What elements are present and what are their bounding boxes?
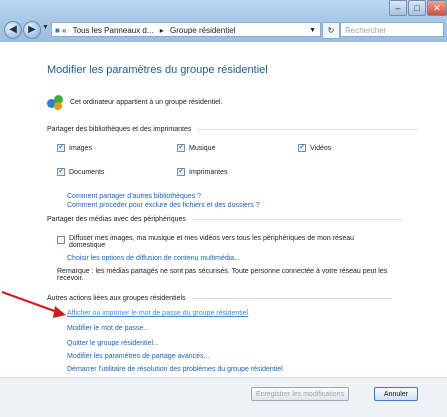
- minimize-button[interactable]: –: [389, 0, 407, 16]
- address-bar[interactable]: ■ « Tous les Panneaux d... ▸ Groupe rési…: [51, 22, 321, 37]
- chevron-down-icon[interactable]: ▼: [309, 23, 316, 36]
- title-bar: – □ ✕ ◀ ▶ ▼ ■ « Tous les Panneaux d... ▸…: [0, 0, 447, 42]
- refresh-button[interactable]: ↻: [322, 22, 340, 39]
- navigation-bar: ◀ ▶ ▼ ■ « Tous les Panneaux d... ▸ Group…: [4, 20, 447, 40]
- window-controls: – □ ✕: [388, 0, 447, 16]
- maximize-button[interactable]: □: [408, 0, 426, 16]
- history-dropdown-icon[interactable]: ▼: [42, 24, 49, 31]
- forward-button[interactable]: ▶: [23, 21, 41, 39]
- address-separator: «: [62, 26, 67, 35]
- footer-bar: Enregistrer les modifications Annuler: [0, 377, 447, 417]
- close-button[interactable]: ✕: [427, 0, 447, 16]
- save-changes-button[interactable]: Enregistrer les modifications: [251, 387, 349, 401]
- breadcrumb-separator-icon[interactable]: ▸: [160, 26, 164, 35]
- homegroup-window: – □ ✕ ◀ ▶ ▼ ■ « Tous les Panneaux d... ▸…: [0, 0, 447, 417]
- control-panel-icon: ■: [55, 26, 60, 35]
- breadcrumb-item[interactable]: Tous les Panneaux d...: [73, 26, 154, 35]
- search-input[interactable]: Rechercher: [340, 22, 444, 37]
- cancel-button[interactable]: Annuler: [374, 387, 418, 401]
- main-content: Modifier les paramètres du groupe réside…: [0, 42, 447, 377]
- breadcrumb-item[interactable]: Groupe résidentiel: [170, 26, 235, 35]
- back-button[interactable]: ◀: [4, 21, 22, 39]
- red-arrow-annotation: [1, 291, 66, 318]
